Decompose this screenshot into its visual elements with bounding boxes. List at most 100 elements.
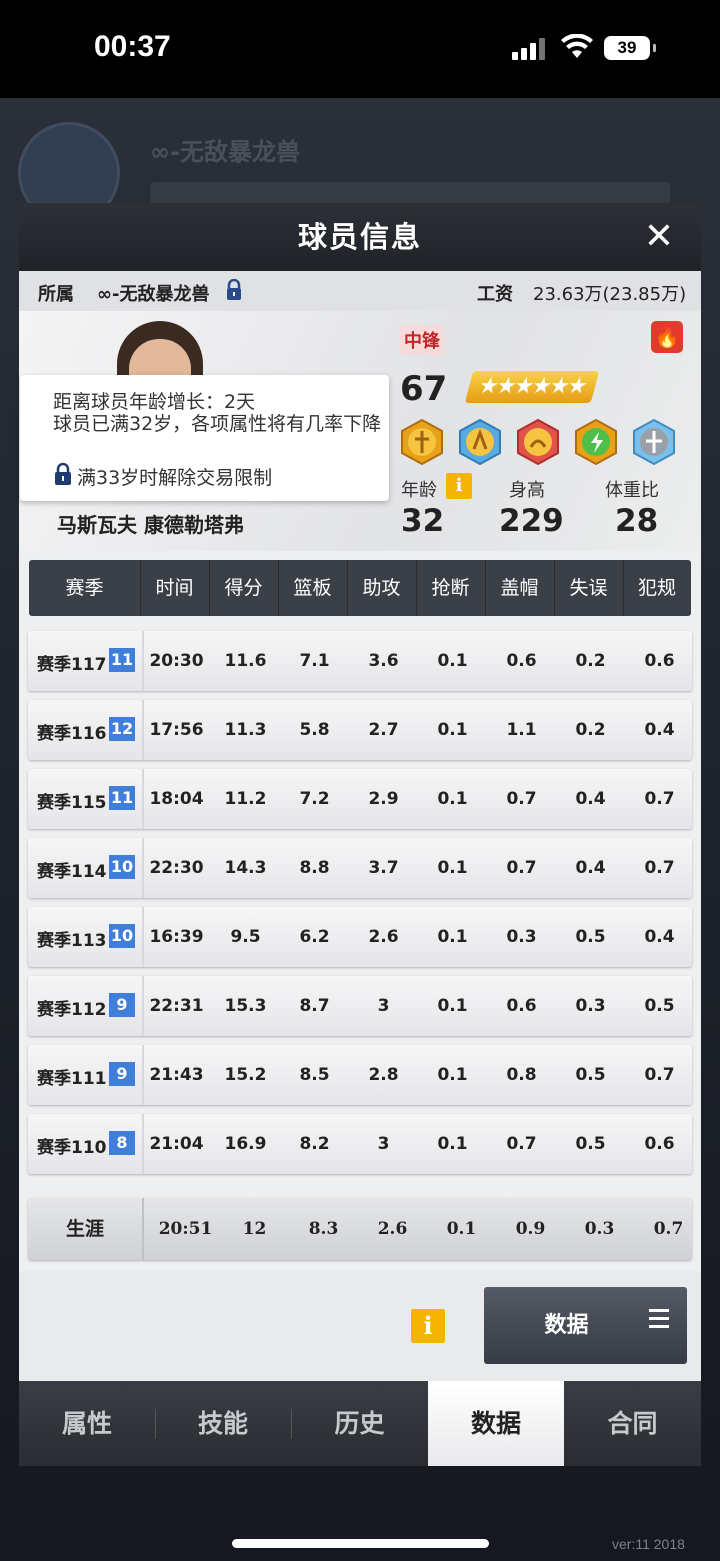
stats-table-header: 赛季 时间 得分 篮板 助攻 抢断 盖帽 失误 犯规 xyxy=(29,560,691,616)
energy-badge-icon[interactable] xyxy=(573,418,619,466)
data-button-label: 数据 xyxy=(544,1313,589,1338)
cellular-signal-icon xyxy=(512,38,548,60)
season-label: 赛季114 xyxy=(37,862,107,882)
table-cell: 3 xyxy=(377,1134,390,1154)
close-icon[interactable]: ✕ xyxy=(637,215,681,259)
battery-icon: 39 xyxy=(604,36,656,60)
season-number-badge: 10 xyxy=(109,924,135,948)
table-cell: 21:43 xyxy=(149,1065,204,1085)
lock-icon xyxy=(55,462,71,485)
table-cell: 17:56 xyxy=(149,720,204,740)
table-cell: 0.3 xyxy=(506,927,537,947)
lock-icon xyxy=(227,279,241,300)
col-fouls: 犯规 xyxy=(637,577,676,599)
career-cell: 0.1 xyxy=(446,1219,477,1239)
table-row: 赛季112 9 22:31 15.3 8.7 3 0.1 0.6 0.3 0.5 xyxy=(28,976,692,1036)
table-cell: 5.8 xyxy=(299,720,330,740)
tab-bar: 属性 技能 历史 数据 合同 xyxy=(19,1381,701,1466)
table-cell: 0.4 xyxy=(644,927,675,947)
table-cell: 0.7 xyxy=(644,1065,675,1085)
table-cell: 0.1 xyxy=(437,1134,468,1154)
table-cell: 0.5 xyxy=(575,1065,606,1085)
menu-icon xyxy=(649,1309,669,1328)
tooltip-line-2: 球员已满32岁，各项属性将有几率下降 xyxy=(53,413,382,435)
season-number-badge: 11 xyxy=(109,648,135,672)
tab-history[interactable]: 历史 xyxy=(291,1381,428,1466)
table-cell: 0.2 xyxy=(575,720,606,740)
table-cell: 15.3 xyxy=(224,996,267,1016)
data-view-button[interactable]: 数据 xyxy=(484,1287,687,1364)
career-cell: 8.3 xyxy=(308,1219,339,1239)
post-badge-icon[interactable] xyxy=(399,418,445,466)
stats-table-body[interactable]: 赛季117 11 20:30 11.6 7.1 3.6 0.1 0.6 0.2 0.6 赛季116 1… xyxy=(19,623,701,1188)
team-salary-bar: 所属 ∞-无敌暴龙兽 工资 23.63万(23.85万) xyxy=(19,271,701,311)
table-cell: 0.4 xyxy=(575,858,606,878)
shooting-badge-icon[interactable] xyxy=(457,418,503,466)
season-number-badge: 10 xyxy=(109,855,135,879)
table-cell: 0.3 xyxy=(575,996,606,1016)
table-cell: 2.7 xyxy=(368,720,399,740)
table-cell: 7.1 xyxy=(299,651,330,671)
table-row: 赛季117 11 20:30 11.6 7.1 3.6 0.1 0.6 0.2 0.6 xyxy=(28,631,692,691)
table-cell: 11.3 xyxy=(224,720,267,740)
table-cell: 11.6 xyxy=(224,651,267,671)
tab-data[interactable]: 数据 xyxy=(428,1381,564,1466)
height-value: 229 xyxy=(499,503,564,539)
career-cell: 0.9 xyxy=(515,1219,546,1239)
player-rating: 67 xyxy=(400,369,448,409)
table-cell: 3.6 xyxy=(368,651,399,671)
season-label: 赛季116 xyxy=(37,724,107,744)
season-cell: 赛季110 8 xyxy=(28,1114,144,1174)
career-cell: 2.6 xyxy=(377,1219,408,1239)
panel-title: 球员信息 xyxy=(297,220,422,254)
player-summary: 中锋 🔥 67 ★★★★★★ 年龄 i 32 身高 229 体重比 28 马斯瓦… xyxy=(19,311,701,551)
table-cell: 0.5 xyxy=(575,927,606,947)
info-icon[interactable]: i xyxy=(411,1309,445,1343)
season-number-badge: 11 xyxy=(109,786,135,810)
age-info-icon[interactable]: i xyxy=(446,473,472,499)
table-cell: 7.2 xyxy=(299,789,330,809)
feet-badge-icon[interactable] xyxy=(515,418,561,466)
col-rebounds: 篮板 xyxy=(278,560,348,616)
table-cell: 0.7 xyxy=(644,858,675,878)
tab-attributes[interactable]: 属性 xyxy=(19,1381,155,1466)
career-cell: 12 xyxy=(242,1219,267,1239)
season-cell: 赛季116 12 xyxy=(28,700,144,760)
table-cell: 14.3 xyxy=(224,858,267,878)
season-label: 赛季111 xyxy=(37,1069,107,1089)
table-row: 赛季114 10 22:30 14.3 8.8 3.7 0.1 0.7 0.4 0.7 xyxy=(28,838,692,898)
col-minutes: 时间 xyxy=(140,560,210,616)
career-cell: 20:51 xyxy=(158,1219,213,1239)
wifi-icon xyxy=(561,34,593,58)
season-number-badge: 12 xyxy=(109,717,135,741)
age-label: 年龄 xyxy=(401,480,437,501)
position-badge: 中锋 xyxy=(400,325,444,355)
season-cell: 赛季117 11 xyxy=(28,631,144,691)
player-name: 马斯瓦夫 康德勒塔弗 xyxy=(57,513,244,537)
panel-header: 球员信息 ✕ xyxy=(19,203,701,271)
table-cell: 22:30 xyxy=(149,858,204,878)
table-cell: 0.8 xyxy=(506,1065,537,1085)
career-cell: 0.3 xyxy=(584,1219,615,1239)
season-cell: 赛季115 11 xyxy=(28,769,144,829)
table-cell: 2.8 xyxy=(368,1065,399,1085)
col-blocks: 盖帽 xyxy=(485,560,555,616)
table-cell: 8.7 xyxy=(299,996,330,1016)
season-cell: 赛季112 9 xyxy=(28,976,144,1036)
fire-icon[interactable]: 🔥 xyxy=(651,321,683,353)
season-cell: 赛季113 10 xyxy=(28,907,144,967)
tab-contract[interactable]: 合同 xyxy=(564,1381,701,1466)
table-row: 赛季110 8 21:04 16.9 8.2 3 0.1 0.7 0.5 0.6 xyxy=(28,1114,692,1174)
home-indicator[interactable] xyxy=(232,1539,489,1548)
table-cell: 0.7 xyxy=(506,789,537,809)
defense-badge-icon[interactable] xyxy=(631,418,677,466)
table-cell: 0.1 xyxy=(437,720,468,740)
table-cell: 8.5 xyxy=(299,1065,330,1085)
table-cell: 3 xyxy=(377,996,390,1016)
status-bar: 00:37 39 xyxy=(0,0,720,98)
table-cell: 16:39 xyxy=(149,927,204,947)
tooltip-line-3: 满33岁时解除交易限制 xyxy=(77,467,273,489)
tab-skills[interactable]: 技能 xyxy=(155,1381,291,1466)
table-row: 赛季115 11 18:04 11.2 7.2 2.9 0.1 0.7 0.4 0.7 xyxy=(28,769,692,829)
table-row: 赛季111 9 21:43 15.2 8.5 2.8 0.1 0.8 0.5 0.7 xyxy=(28,1045,692,1105)
